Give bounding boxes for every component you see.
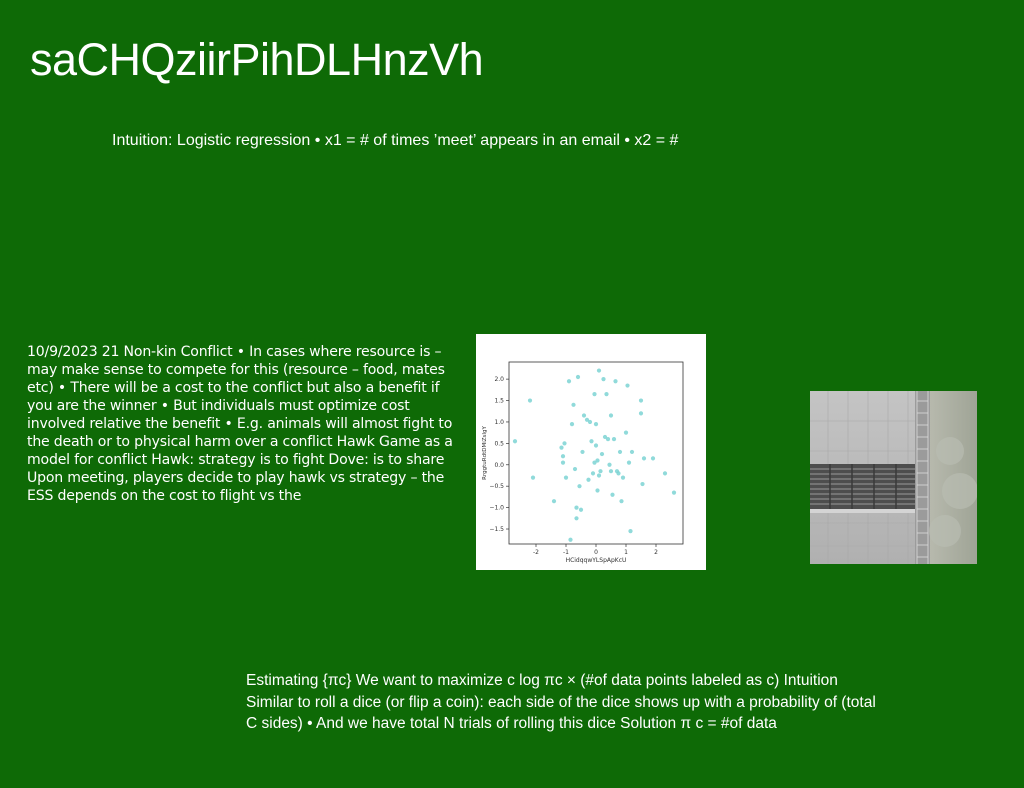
scatter-point [590, 471, 596, 476]
scatter-point [578, 507, 584, 512]
scatter-point [650, 456, 656, 461]
scatter-point [595, 458, 600, 463]
scatter-point [577, 484, 582, 489]
body-text: 10/9/2023 21 Non-kin Conflict • In cases… [27, 344, 453, 504]
y-tick-label: −0.5 [489, 483, 504, 490]
slide-subtitle: Intuition: Logistic regression • x1 = # … [112, 132, 679, 149]
scatter-point [551, 499, 557, 504]
data-points [512, 368, 677, 542]
scatter-point [512, 439, 518, 444]
scatter-point [640, 481, 645, 487]
scatter-point [593, 421, 599, 427]
y-tick-label: 2.0 [494, 376, 504, 383]
scatter-point [575, 374, 581, 380]
y-tick-label: 1.0 [494, 419, 504, 426]
scatter-point [619, 499, 624, 504]
scatter-point [587, 419, 593, 425]
x-tick-label: 0 [594, 549, 598, 556]
scatter-point [671, 490, 677, 495]
scatter-point [620, 475, 626, 480]
scatter-point [572, 466, 578, 472]
scatter-point [581, 413, 587, 418]
scatter-point [625, 383, 630, 388]
scatter-point [566, 379, 572, 384]
scatter-chart-svg: -2 -1 0 1 2 2.0 1.5 1.0 0.5 0.0 −0.5 −1.0 −1.5 HCidq… [482, 361, 684, 564]
scatter-point [586, 477, 591, 482]
scatter-point [595, 488, 600, 493]
scatter-point [608, 413, 614, 418]
scatter-point [560, 454, 566, 459]
scatter-chart: -2 -1 0 1 2 2.0 1.5 1.0 0.5 0.0 −0.5 −1.0 −1.5 HCidq… [476, 334, 706, 570]
scatter-point [626, 460, 632, 465]
scatter-point [638, 411, 644, 416]
scatter-point [662, 471, 668, 476]
scatter-point [605, 436, 611, 442]
y-tick-label: 0.5 [494, 440, 504, 447]
scatter-point [604, 392, 609, 397]
scatter-point [527, 398, 533, 403]
scatter-point [608, 469, 614, 474]
scatter-point [607, 462, 612, 467]
x-axis-label: HCidqqwYLSpApKcU [566, 557, 627, 564]
scatter-point [599, 451, 605, 457]
scatter-point [563, 475, 569, 480]
scatter-point [611, 436, 617, 442]
scatter-point [568, 537, 573, 542]
y-axis-label: RrggtuRdtDMiZsIgY [482, 426, 488, 480]
x-tick-label: 1 [624, 549, 628, 556]
scatter-point [641, 456, 647, 461]
scatter-point [593, 443, 599, 448]
scatter-point [560, 460, 566, 465]
scatter-point [569, 421, 575, 427]
bottom-text: Estimating {πc} We want to maximize c lo… [246, 672, 876, 732]
scatter-point [613, 379, 618, 384]
y-tick-label: −1.5 [489, 526, 504, 533]
y-tick-label: −1.0 [489, 505, 504, 512]
plot-frame [508, 361, 684, 545]
scatter-point [562, 441, 567, 446]
scatter-point [598, 469, 603, 474]
scatter-point [623, 430, 629, 435]
scatter-point [530, 475, 536, 480]
scatter-point [574, 516, 579, 521]
scatter-point [596, 473, 602, 478]
y-tick-label: 1.5 [494, 398, 504, 405]
scatter-point [596, 368, 602, 373]
x-tick-label: 2 [654, 549, 658, 556]
scatter-point [571, 402, 576, 407]
y-tick-label: 0.0 [494, 462, 504, 469]
scatter-point [616, 471, 621, 476]
scatter-point [559, 445, 564, 450]
x-tick-label: -2 [533, 549, 539, 556]
scatter-point [638, 398, 644, 403]
building-facade-photo [810, 391, 977, 564]
scatter-point [589, 439, 594, 444]
scatter-point [610, 492, 615, 497]
scatter-point [601, 377, 606, 382]
scatter-point [617, 449, 623, 455]
x-tick-label: -1 [563, 549, 569, 556]
scatter-point [592, 392, 597, 397]
scatter-point [628, 529, 633, 534]
slide-title: saCHQziirPihDLHnzVh [30, 34, 484, 85]
scatter-point [574, 505, 579, 510]
scatter-point [629, 449, 635, 455]
scatter-point [580, 449, 585, 455]
